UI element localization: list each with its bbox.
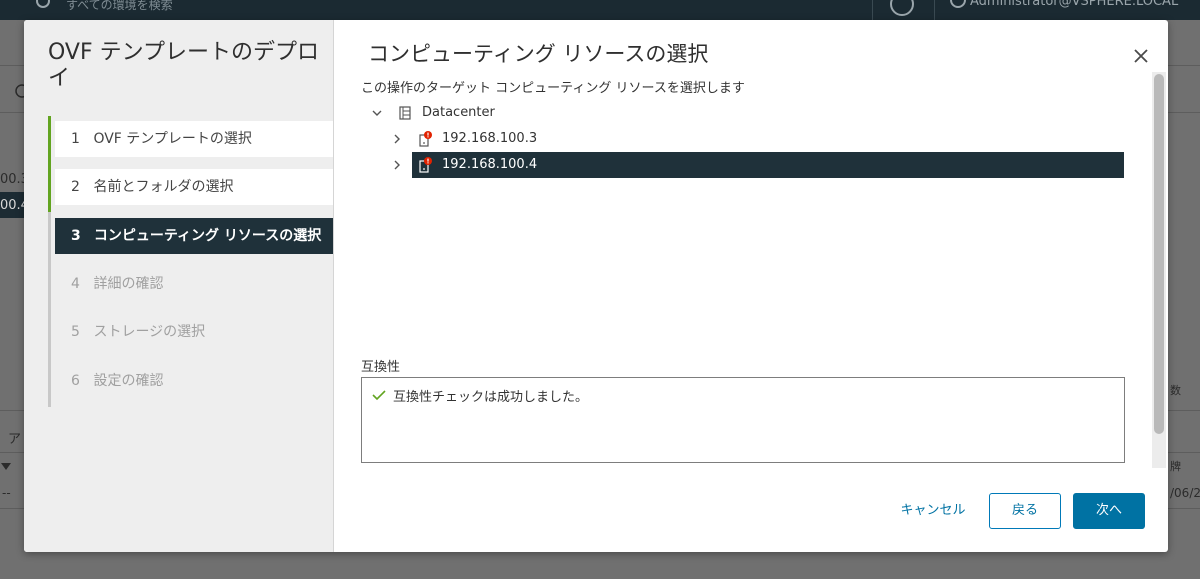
wizard-step-4: 4 詳細の確認 — [55, 266, 333, 302]
step-label: ストレージの選択 — [93, 324, 206, 340]
host-warning-icon — [419, 131, 432, 147]
tree-node-host-selected[interactable]: 192.168.100.4 — [394, 152, 1124, 178]
wizard-step-2[interactable]: 2 名前とフォルダの選択 — [55, 169, 333, 205]
next-button[interactable]: 次へ — [1073, 493, 1145, 529]
step-label: コンピューティング リソースの選択 — [93, 228, 322, 244]
compatibility-message: 互換性チェックは成功しました。 — [393, 390, 589, 405]
page-subtitle: この操作のターゲット コンピューティング リソースを選択します — [361, 81, 745, 96]
step-number: 4 — [71, 276, 80, 292]
user-icon — [950, 0, 966, 8]
wizard-nav: OVF テンプレートのデプロイ 1 OVF テンプレートの選択 2 名前とフォル… — [24, 20, 334, 552]
step-label: 設定の確認 — [93, 373, 164, 389]
step-number: 6 — [71, 373, 80, 389]
compatibility-label: 互換性 — [361, 360, 401, 375]
filter-icon[interactable] — [0, 462, 12, 472]
header-divider — [934, 0, 935, 20]
bg-text: 牌 — [1170, 460, 1181, 473]
bg-text: /06/2 — [1170, 486, 1200, 500]
host-warning-icon — [419, 157, 432, 173]
scrollbar-thumb[interactable] — [1154, 74, 1164, 434]
chevron-down-icon[interactable] — [372, 108, 382, 118]
global-search-input[interactable]: すべての環境を検索 — [66, 0, 173, 13]
tree-node-label: 192.168.100.4 — [442, 157, 538, 172]
tree-node-host[interactable]: 192.168.100.3 — [394, 126, 1124, 152]
content-scrollbar[interactable] — [1152, 72, 1166, 468]
step-label: 詳細の確認 — [93, 276, 164, 292]
bg-text: 数 — [1170, 384, 1181, 397]
refresh-icon[interactable] — [890, 0, 914, 16]
step-label: 名前とフォルダの選択 — [93, 179, 234, 195]
step-number: 1 — [71, 131, 80, 147]
step-number: 3 — [71, 228, 81, 244]
tree-node-label: Datacenter — [422, 105, 495, 120]
step-progress-completed — [48, 116, 51, 212]
wizard-step-6: 6 設定の確認 — [55, 363, 333, 399]
wizard-step-5: 5 ストレージの選択 — [55, 314, 333, 350]
bg-text: -- — [2, 486, 11, 500]
search-icon[interactable] — [36, 0, 50, 8]
wizard-step-3[interactable]: 3 コンピューティング リソースの選択 — [55, 218, 333, 254]
check-icon — [372, 390, 386, 401]
step-number: 5 — [71, 324, 80, 340]
close-icon[interactable] — [1132, 47, 1150, 65]
page-title: コンピューティング リソースの選択 — [368, 42, 709, 66]
step-number: 2 — [71, 179, 80, 195]
cancel-button[interactable]: キャンセル — [894, 493, 972, 529]
chevron-right-icon[interactable] — [392, 160, 402, 170]
datacenter-icon — [399, 106, 411, 120]
wizard-content: コンピューティング リソースの選択 この操作のターゲット コンピューティング リ… — [334, 20, 1168, 552]
back-button[interactable]: 戻る — [989, 493, 1061, 529]
app-header: すべての環境を検索 Administrator@VSPHERE.LOCAL — [0, 0, 1200, 20]
tree-node-datacenter[interactable]: Datacenter — [368, 100, 1128, 126]
compatibility-panel: 互換性チェックは成功しました。 — [361, 377, 1125, 463]
user-menu[interactable]: Administrator@VSPHERE.LOCAL — [970, 0, 1178, 9]
header-divider — [872, 0, 873, 20]
step-label: OVF テンプレートの選択 — [93, 131, 252, 147]
wizard-step-1[interactable]: 1 OVF テンプレートの選択 — [55, 121, 333, 157]
tree-node-label: 192.168.100.3 — [442, 131, 538, 146]
wizard-title: OVF テンプレートのデプロイ — [48, 40, 319, 91]
deploy-ovf-dialog: OVF テンプレートのデプロイ 1 OVF テンプレートの選択 2 名前とフォル… — [24, 20, 1168, 552]
chevron-right-icon[interactable] — [392, 134, 402, 144]
bg-text: ア — [8, 432, 22, 447]
